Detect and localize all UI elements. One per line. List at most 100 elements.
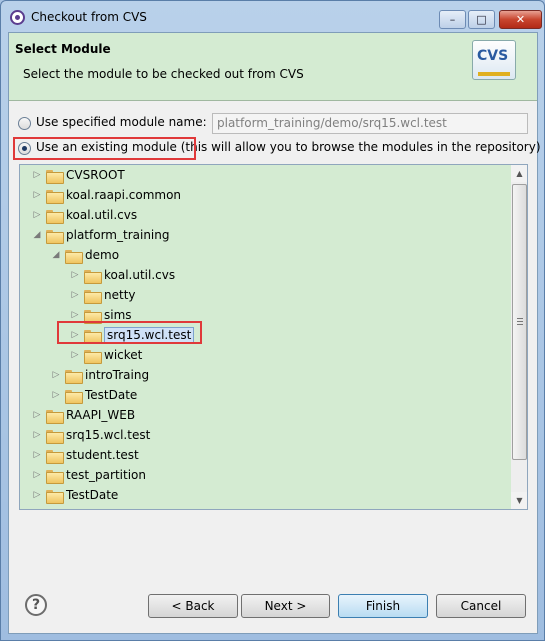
- tree-node-label[interactable]: koal.util.cvs: [66, 208, 137, 222]
- folder-icon: [84, 330, 102, 344]
- grip-line: [517, 324, 523, 325]
- scroll-thumb[interactable]: [512, 184, 527, 460]
- collapse-arrow-icon[interactable]: ◢: [51, 250, 61, 260]
- tree-node[interactable]: ▷ srq15.wcl.test: [20, 426, 512, 446]
- collapse-arrow-icon[interactable]: ◢: [32, 230, 42, 240]
- cvs-logo-icon: CVS: [472, 40, 516, 80]
- expand-arrow-icon[interactable]: ▷: [32, 430, 42, 440]
- folder-icon: [46, 190, 64, 204]
- expand-arrow-icon[interactable]: ▷: [32, 490, 42, 500]
- window-title: Checkout from CVS: [31, 10, 147, 24]
- tree-node[interactable]: ▷ wicket: [20, 346, 512, 366]
- specified-module-option[interactable]: Use specified module name: platform_trai…: [9, 112, 537, 134]
- folder-icon: [46, 430, 64, 444]
- expand-arrow-icon[interactable]: ▷: [32, 410, 42, 420]
- tree-node-label[interactable]: RAAPI_WEB: [66, 408, 135, 422]
- folder-icon: [84, 350, 102, 364]
- tree-node-label[interactable]: sims: [104, 308, 132, 322]
- tree-node[interactable]: ◢ demo: [20, 246, 512, 266]
- folder-icon: [46, 450, 64, 464]
- folder-icon: [46, 170, 64, 184]
- specified-module-label[interactable]: Use specified module name:: [36, 115, 207, 129]
- existing-module-option[interactable]: Use an existing module (this will allow …: [9, 137, 541, 159]
- tree-node[interactable]: ▷ koal.util.cvs: [20, 206, 512, 226]
- cancel-button[interactable]: Cancel: [436, 594, 526, 618]
- next-button[interactable]: Next >: [241, 594, 330, 618]
- page-description: Select the module to be checked out from…: [23, 67, 304, 81]
- grip-line: [517, 318, 523, 319]
- folder-icon: [46, 210, 64, 224]
- tree-node-label[interactable]: CVSROOT: [66, 168, 125, 182]
- tree-node[interactable]: ▷ TestDate: [20, 486, 512, 506]
- scroll-up-icon[interactable]: ▲: [511, 165, 527, 182]
- tree-node[interactable]: ▷ srq15.wcl.test: [20, 326, 512, 346]
- expand-arrow-icon[interactable]: ▷: [32, 470, 42, 480]
- tree-node[interactable]: ▷ sims: [20, 306, 512, 326]
- tree-node[interactable]: ▷ CVSROOT: [20, 166, 512, 186]
- tree-node-label[interactable]: srq15.wcl.test: [66, 428, 150, 442]
- tree-node[interactable]: ▷ koal.raapi.common: [20, 186, 512, 206]
- wizard-header: Select Module Select the module to be ch…: [9, 33, 537, 101]
- close-button[interactable]: ✕: [499, 10, 542, 29]
- title-bar[interactable]: Checkout from CVS – □ ✕: [1, 1, 544, 32]
- folder-icon: [84, 310, 102, 324]
- expand-arrow-icon[interactable]: ▷: [70, 290, 80, 300]
- back-button[interactable]: < Back: [148, 594, 238, 618]
- expand-arrow-icon[interactable]: ▷: [51, 370, 61, 380]
- tree-node-label[interactable]: wicket: [104, 348, 142, 362]
- expand-arrow-icon[interactable]: ▷: [32, 450, 42, 460]
- tree-node-label[interactable]: koal.raapi.common: [66, 188, 181, 202]
- existing-module-label[interactable]: Use an existing module (this will allow …: [36, 140, 541, 154]
- dialog-body: Select Module Select the module to be ch…: [8, 32, 541, 634]
- scroll-down-icon[interactable]: ▼: [511, 492, 527, 509]
- tree-node-label[interactable]: srq15.wcl.test: [104, 327, 195, 343]
- module-name-field[interactable]: platform_training/demo/srq15.wcl.test: [212, 113, 528, 134]
- tree-node-label[interactable]: TestDate: [85, 388, 137, 402]
- tree-node-label[interactable]: introTraing: [85, 368, 149, 382]
- tree-node[interactable]: ▷ test_partition: [20, 466, 512, 486]
- tree-node-label[interactable]: TestDate: [66, 488, 118, 502]
- help-icon[interactable]: ?: [25, 594, 47, 616]
- tree-node[interactable]: ▷ TestDate: [20, 386, 512, 406]
- cvs-logo-bar: [478, 72, 510, 76]
- tree-node-label[interactable]: koal.util.cvs: [104, 268, 175, 282]
- folder-icon: [65, 370, 83, 384]
- tree-node[interactable]: ▷WebServiceClient: [20, 506, 512, 509]
- folder-icon: [65, 390, 83, 404]
- module-tree[interactable]: ▷ CVSROOT ▷ koal.raapi.common ▷ koal.util.cvs…: [19, 164, 528, 510]
- tree-node[interactable]: ▷ netty: [20, 286, 512, 306]
- tree-node[interactable]: ◢ platform_training: [20, 226, 512, 246]
- expand-arrow-icon[interactable]: ▷: [70, 330, 80, 340]
- tree-node[interactable]: ▷ student.test: [20, 446, 512, 466]
- expand-arrow-icon[interactable]: ▷: [70, 310, 80, 320]
- folder-icon: [84, 270, 102, 284]
- cvs-logo-text: CVS: [477, 48, 509, 64]
- existing-module-radio[interactable]: [18, 142, 31, 155]
- tree-node[interactable]: ▷ RAAPI_WEB: [20, 406, 512, 426]
- checkout-dialog: Checkout from CVS – □ ✕ Select Module Se…: [0, 0, 545, 641]
- expand-arrow-icon[interactable]: ▷: [32, 170, 42, 180]
- expand-arrow-icon[interactable]: ▷: [70, 270, 80, 280]
- expand-arrow-icon[interactable]: ▷: [32, 210, 42, 220]
- tree-node[interactable]: ▷ introTraing: [20, 366, 512, 386]
- tree-node-label[interactable]: student.test: [66, 448, 139, 462]
- tree-node-label[interactable]: demo: [85, 248, 119, 262]
- expand-arrow-icon[interactable]: ▷: [70, 350, 80, 360]
- tree-node-label[interactable]: test_partition: [66, 468, 146, 482]
- folder-icon: [46, 470, 64, 484]
- expand-arrow-icon[interactable]: ▷: [32, 190, 42, 200]
- specified-module-radio[interactable]: [18, 117, 31, 130]
- minimize-button[interactable]: –: [439, 10, 466, 29]
- open-folder-icon: [46, 230, 64, 244]
- grip-line: [517, 321, 523, 322]
- tree-node[interactable]: ▷ koal.util.cvs: [20, 266, 512, 286]
- eclipse-gear-icon: [10, 10, 25, 25]
- folder-icon: [84, 290, 102, 304]
- expand-arrow-icon[interactable]: ▷: [51, 390, 61, 400]
- tree-node-label[interactable]: WebServiceClient: [66, 508, 171, 509]
- maximize-button[interactable]: □: [468, 10, 495, 29]
- finish-button[interactable]: Finish: [338, 594, 428, 618]
- tree-node-label[interactable]: netty: [104, 288, 136, 302]
- tree-node-label[interactable]: platform_training: [66, 228, 169, 242]
- tree-scrollbar[interactable]: ▲ ▼: [511, 165, 527, 509]
